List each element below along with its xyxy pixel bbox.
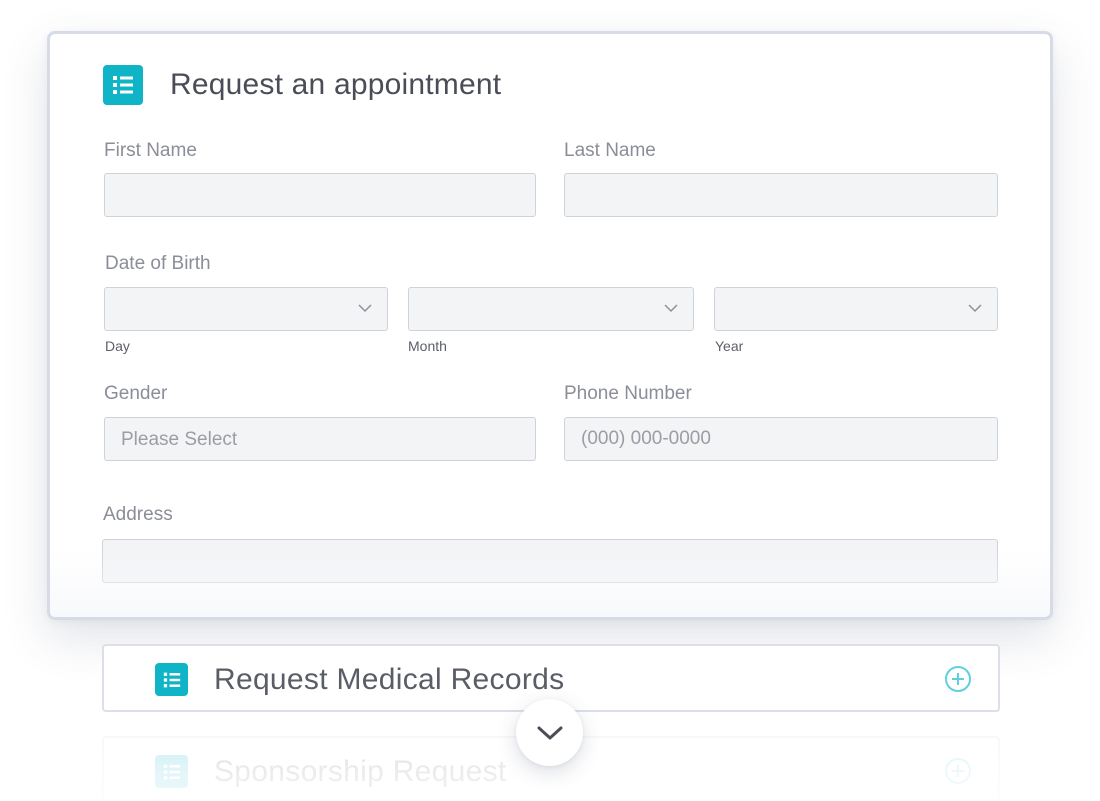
last-name-input[interactable] — [564, 173, 998, 217]
gender-select-value: Please Select — [121, 429, 238, 450]
chevron-down-icon — [358, 304, 372, 313]
first-name-label: First Name — [104, 140, 197, 161]
last-name-label: Last Name — [564, 140, 656, 161]
day-select[interactable] — [104, 287, 388, 331]
phone-number-label: Phone Number — [564, 383, 692, 404]
year-sublabel: Year — [715, 338, 744, 354]
date-of-birth-label: Date of Birth — [105, 253, 211, 274]
chevron-down-icon — [968, 304, 982, 313]
gender-select[interactable]: Please Select — [104, 417, 536, 461]
form-list-icon — [155, 663, 188, 696]
year-select[interactable] — [714, 287, 998, 331]
plus-circle-icon[interactable] — [944, 665, 972, 693]
plus-circle-icon[interactable] — [944, 757, 972, 785]
day-sublabel: Day — [105, 338, 130, 354]
month-sublabel: Month — [408, 338, 447, 354]
collapsed-form-title: Sponsorship Request — [214, 755, 507, 788]
form-list-icon — [103, 65, 143, 105]
form-title: Request an appointment — [170, 68, 502, 101]
first-name-input[interactable] — [104, 173, 536, 217]
address-input[interactable] — [102, 539, 998, 583]
collapsed-form-title: Request Medical Records — [214, 663, 565, 696]
form-gallery: Request an appointment First Name Last N… — [0, 0, 1100, 801]
scroll-down-button[interactable] — [516, 699, 583, 766]
chevron-down-icon — [537, 726, 562, 739]
address-label: Address — [103, 504, 173, 525]
gender-label: Gender — [104, 383, 168, 404]
appointment-form-card: Request an appointment First Name Last N… — [47, 31, 1053, 620]
month-select[interactable] — [408, 287, 694, 331]
chevron-down-icon — [664, 304, 678, 313]
phone-number-input[interactable] — [564, 417, 998, 461]
form-list-icon — [155, 755, 188, 788]
